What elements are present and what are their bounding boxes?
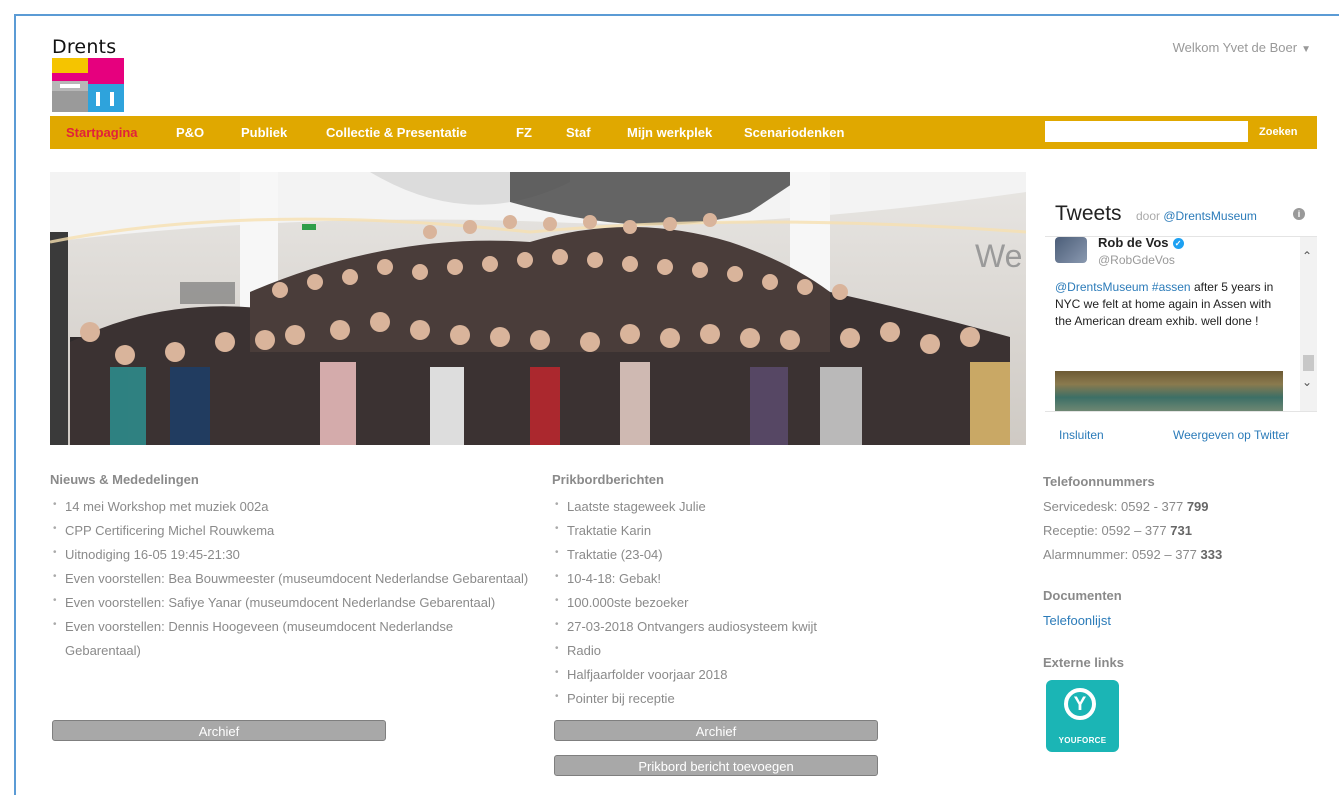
add-board-post-button[interactable]: Prikbord bericht toevoegen <box>554 755 878 776</box>
board-link[interactable]: Traktatie (23-04) <box>567 547 663 562</box>
news-link[interactable]: CPP Certificering Michel Rouwkema <box>65 523 274 538</box>
board-title: Prikbordberichten <box>552 472 664 487</box>
external-links-title: Externe links <box>1043 655 1124 670</box>
nav-staf[interactable]: Staf <box>566 125 591 140</box>
list-item[interactable]: Laatste stageweek Julie <box>552 493 892 519</box>
phone-ext: 799 <box>1186 499 1209 514</box>
tweet-text: @DrentsMuseum #assen after 5 years in NY… <box>1055 279 1283 330</box>
news-title: Nieuws & Mededelingen <box>50 472 199 487</box>
search-button[interactable]: Zoeken <box>1259 126 1298 138</box>
list-item[interactable]: 27-03-2018 Ontvangers audiosysteem kwijt <box>552 613 892 639</box>
chevron-up-icon[interactable]: ⌃ <box>1302 249 1312 263</box>
nav-publiek[interactable]: Publiek <box>241 125 287 140</box>
phone-label: Receptie: 0592 – 377 <box>1043 523 1167 538</box>
svg-text:We: We <box>975 238 1022 274</box>
board-link[interactable]: 10-4-18: Gebak! <box>567 571 661 586</box>
nav-collectie-presentatie[interactable]: Collectie & Presentatie <box>326 125 467 140</box>
chevron-down-icon: ▼ <box>1301 44 1311 55</box>
list-item[interactable]: Traktatie Karin <box>552 517 892 543</box>
logo-text: Drents <box>52 36 117 58</box>
tweet-media-image[interactable] <box>1055 371 1283 411</box>
news-link[interactable]: Uitnodiging 16-05 19:45-21:30 <box>65 547 240 562</box>
author-name-text: Rob de Vos <box>1098 236 1169 250</box>
tweet-author-name[interactable]: Rob de Vos ✓ <box>1098 236 1184 250</box>
news-list: 14 mei Workshop met muziek 002a CPP Cert… <box>50 493 530 663</box>
nav-scenariodenken[interactable]: Scenariodenken <box>744 125 844 140</box>
tweet-author-handle[interactable]: @RobGdeVos <box>1098 253 1175 267</box>
phone-servicedesk: Servicedesk: 0592 - 377 799 <box>1043 499 1209 514</box>
phone-ext: 731 <box>1170 523 1192 538</box>
board-link[interactable]: Radio <box>567 643 601 658</box>
info-icon[interactable]: i <box>1293 208 1305 220</box>
list-item[interactable]: Pointer bij receptie <box>552 685 892 711</box>
board-archive-button[interactable]: Archief <box>554 720 878 741</box>
scrollbar-thumb[interactable] <box>1303 355 1314 371</box>
list-item[interactable]: Even voorstellen: Bea Bouwmeester (museu… <box>50 565 530 591</box>
page-frame-top <box>14 14 1339 16</box>
tweet-mention[interactable]: @DrentsMuseum <box>1055 280 1149 294</box>
phone-label: Servicedesk: 0592 - 377 <box>1043 499 1184 514</box>
board-link[interactable]: Traktatie Karin <box>567 523 651 538</box>
twitter-widget: Tweets door @DrentsMuseum i Rob de Vos ✓ … <box>1045 192 1320 447</box>
nav-p-o[interactable]: P&O <box>176 125 204 140</box>
news-link[interactable]: 14 mei Workshop met muziek 002a <box>65 499 269 514</box>
drents-museum-logo[interactable]: Drents <box>52 36 132 116</box>
phone-alarm: Alarmnummer: 0592 – 377 333 <box>1043 547 1222 562</box>
news-link[interactable]: Even voorstellen: Dennis Hoogeveen (muse… <box>65 619 453 658</box>
list-item[interactable]: 14 mei Workshop met muziek 002a <box>50 493 530 519</box>
nav-startpagina[interactable]: Startpagina <box>66 125 138 140</box>
news-link[interactable]: Even voorstellen: Safiye Yanar (museumdo… <box>65 595 495 610</box>
news-archive-button[interactable]: Archief <box>52 720 386 741</box>
list-item[interactable]: 100.000ste bezoeker <box>552 589 892 615</box>
search-input[interactable] <box>1045 121 1248 142</box>
board-link[interactable]: 27-03-2018 Ontvangers audiosysteem kwijt <box>567 619 817 634</box>
board-list: Laatste stageweek Julie Traktatie Karin … <box>552 493 892 711</box>
board-link[interactable]: Pointer bij receptie <box>567 691 675 706</box>
list-item[interactable]: Traktatie (23-04) <box>552 541 892 567</box>
document-link-telefoonlijst[interactable]: Telefoonlijst <box>1043 613 1111 628</box>
logo-mark <box>52 58 125 112</box>
youforce-label: YOUFORCE <box>1058 736 1107 745</box>
main-navigation: Startpagina P&O Publiek Collectie & Pres… <box>50 116 1317 149</box>
phone-label: Alarmnummer: 0592 – 377 <box>1043 547 1197 562</box>
tweets-title: Tweets <box>1055 202 1122 225</box>
chevron-down-icon[interactable]: ⌄ <box>1302 375 1312 389</box>
avatar[interactable] <box>1055 237 1087 263</box>
tweet-hashtag[interactable]: #assen <box>1152 280 1191 294</box>
news-link[interactable]: Even voorstellen: Bea Bouwmeester (museu… <box>65 571 528 586</box>
list-item[interactable]: Radio <box>552 637 892 663</box>
youforce-logo-icon: Y <box>1064 688 1096 720</box>
list-item[interactable]: CPP Certificering Michel Rouwkema <box>50 517 530 543</box>
tweets-byline: door @DrentsMuseum <box>1136 209 1257 223</box>
phones-title: Telefoonnummers <box>1043 474 1155 489</box>
verified-icon: ✓ <box>1172 238 1184 250</box>
phone-receptie: Receptie: 0592 – 377 731 <box>1043 523 1192 538</box>
tweet-timeline[interactable]: Rob de Vos ✓ @RobGdeVos @DrentsMuseum #as… <box>1045 236 1317 412</box>
list-item[interactable]: 10-4-18: Gebak! <box>552 565 892 591</box>
documents-title: Documenten <box>1043 588 1122 603</box>
page-frame-left <box>14 14 16 795</box>
list-item[interactable]: Uitnodiging 16-05 19:45-21:30 <box>50 541 530 567</box>
nav-mijn-werkplek[interactable]: Mijn werkplek <box>627 125 712 140</box>
embed-link[interactable]: Insluiten <box>1059 428 1104 442</box>
staff-group-photo: We <box>50 172 1026 445</box>
nav-fz[interactable]: FZ <box>516 125 532 140</box>
board-link[interactable]: Halfjaarfolder voorjaar 2018 <box>567 667 727 682</box>
welcome-text: Welkom Yvet de Boer <box>1172 40 1298 55</box>
youforce-link[interactable]: Y YOUFORCE <box>1046 680 1119 752</box>
tweets-by-prefix: door <box>1136 209 1161 223</box>
tweets-by-handle[interactable]: @DrentsMuseum <box>1163 209 1257 223</box>
phone-ext: 333 <box>1200 547 1223 562</box>
user-menu[interactable]: Welkom Yvet de Boer ▼ <box>1173 40 1311 55</box>
list-item[interactable]: Even voorstellen: Dennis Hoogeveen (muse… <box>50 613 530 663</box>
list-item[interactable]: Even voorstellen: Safiye Yanar (museumdo… <box>50 589 530 615</box>
board-link[interactable]: Laatste stageweek Julie <box>567 499 706 514</box>
list-item[interactable]: Halfjaarfolder voorjaar 2018 <box>552 661 892 687</box>
view-on-twitter-link[interactable]: Weergeven op Twitter <box>1173 428 1289 442</box>
board-link[interactable]: 100.000ste bezoeker <box>567 595 688 610</box>
tweet-scrollbar[interactable]: ⌃ ⌄ <box>1300 237 1317 411</box>
